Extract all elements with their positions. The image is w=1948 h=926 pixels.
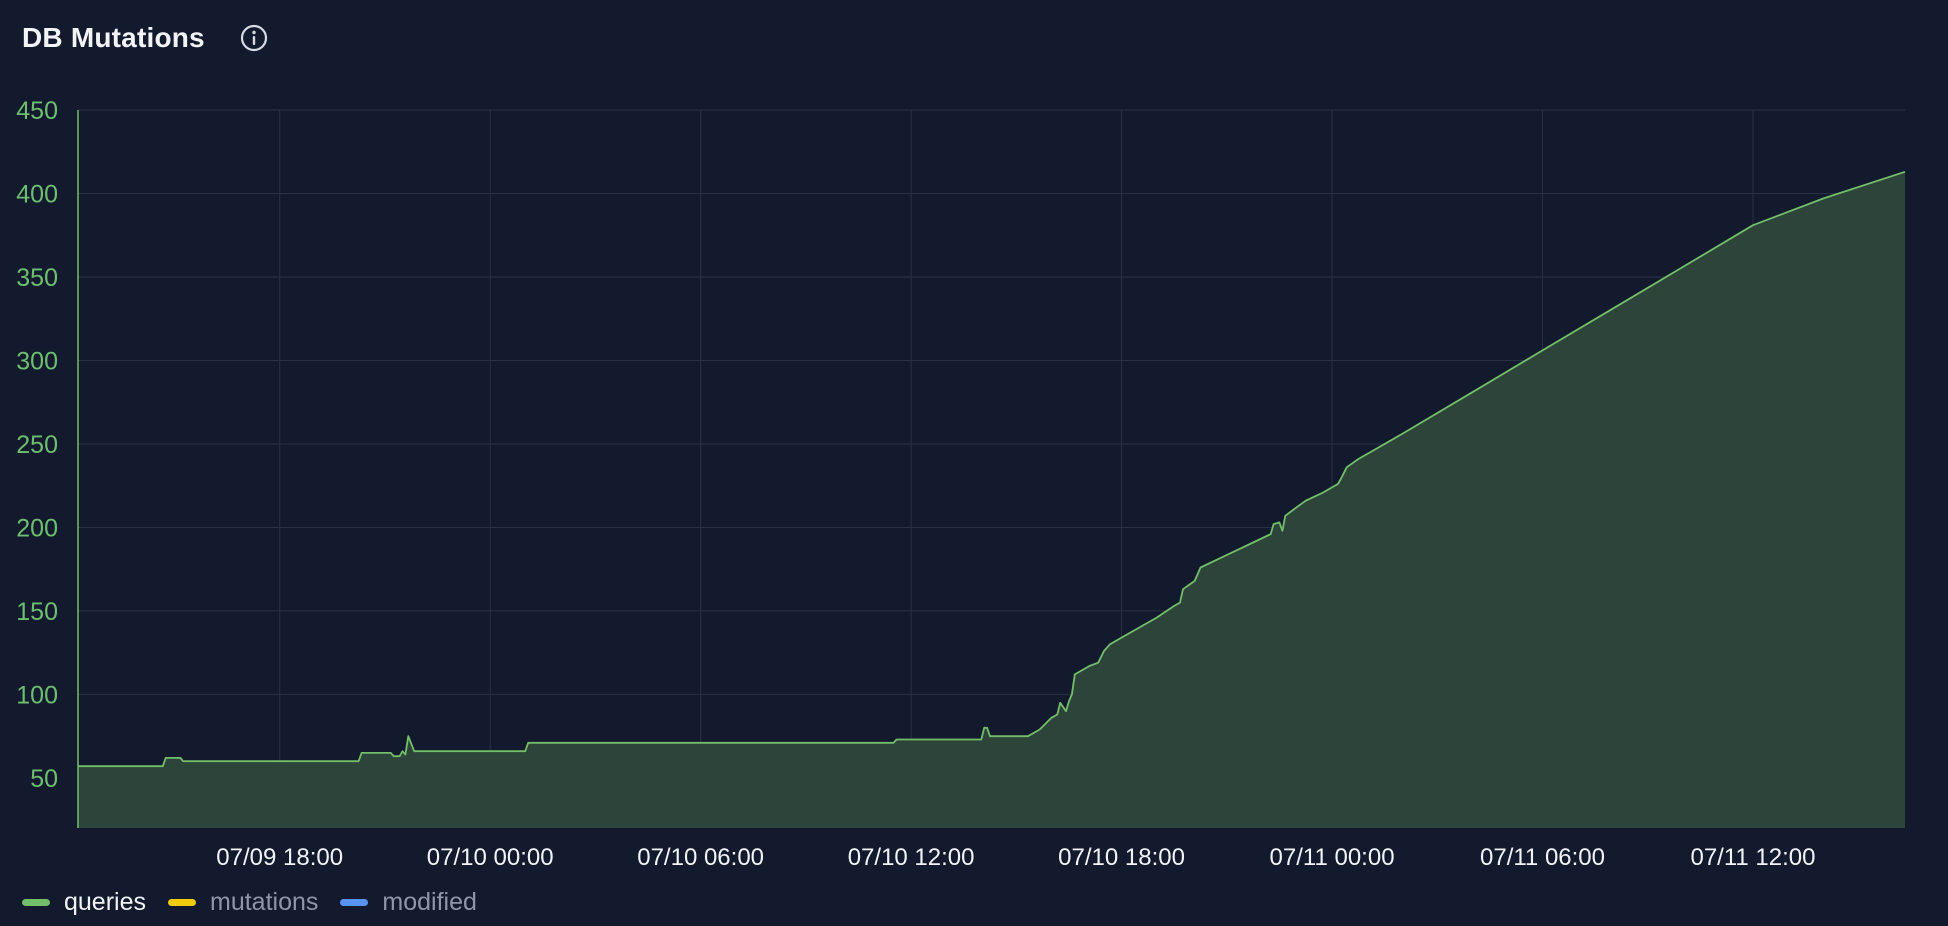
x-tick-label: 07/10 00:00: [427, 844, 554, 871]
y-tick-label: 450: [16, 97, 58, 125]
y-tick-label: 400: [16, 180, 58, 208]
x-tick-label: 07/11 06:00: [1480, 844, 1605, 871]
legend-swatch: [168, 899, 196, 906]
x-tick-label: 07/10 12:00: [848, 844, 975, 871]
legend-swatch: [340, 899, 369, 906]
y-tick-label: 250: [16, 431, 58, 459]
y-tick-label: 50: [30, 765, 58, 793]
x-tick-label: 07/11 00:00: [1270, 844, 1395, 871]
series-area-queries: [78, 171, 1905, 829]
y-tick-label: 300: [16, 347, 58, 375]
x-tick-label: 07/10 18:00: [1058, 844, 1185, 871]
y-tick-label: 150: [16, 598, 58, 626]
legend-label: modified: [382, 888, 477, 916]
chart-panel: DB Mutations 50 100 150 200 250 300 350 400 450 0…: [0, 0, 1948, 926]
x-tick-label: 07/11 12:00: [1690, 844, 1815, 871]
legend-item-modified[interactable]: modified: [340, 888, 477, 917]
legend-item-queries[interactable]: queries: [22, 888, 146, 917]
legend: queries mutations modified: [22, 888, 477, 917]
x-tick-label: 07/09 18:00: [216, 844, 343, 871]
chart-area[interactable]: 50 100 150 200 250 300 350 400 450 07/09 18:00 07/…: [0, 0, 1948, 880]
x-tick-label: 07/10 06:00: [637, 844, 764, 871]
legend-label: mutations: [210, 888, 319, 916]
legend-label: queries: [64, 888, 146, 916]
series-layer: [78, 170, 1906, 829]
y-tick-label: 350: [16, 264, 58, 292]
y-tick-label: 200: [16, 514, 58, 542]
legend-swatch: [22, 899, 50, 906]
legend-item-mutations[interactable]: mutations: [168, 888, 318, 917]
y-tick-label: 100: [16, 681, 58, 709]
